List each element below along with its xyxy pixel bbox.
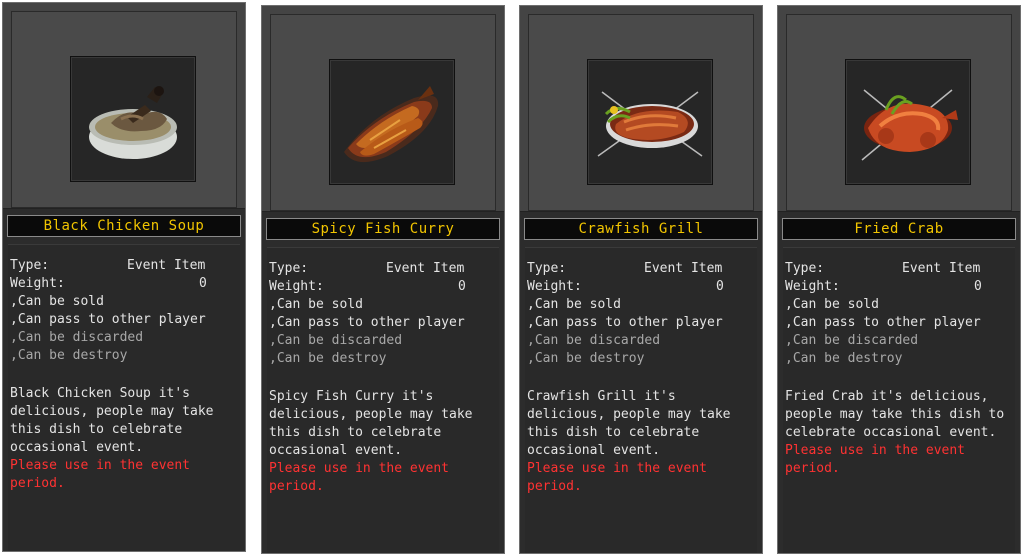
- can-pass-to-other-player: ,Can pass to other player: [269, 315, 465, 330]
- spicy-fish-curry-icon: [329, 59, 455, 185]
- can-pass-to-other-player: ,Can pass to other player: [10, 312, 206, 327]
- item-info: Type: Event Item Weight: 0 ,Can be sold ,C…: [8, 244, 240, 551]
- can-be-destroy: ,Can be destroy: [10, 348, 128, 363]
- item-description: Spicy Fish Curry it's delicious, people …: [269, 389, 473, 458]
- type-label: Type:: [785, 261, 825, 276]
- item-tooltip-fried-crab: Fried Crab Type: Event Item Weight: 0 ,Can…: [777, 5, 1021, 554]
- crawfish-grill-icon: [587, 59, 713, 185]
- weight-label: Weight:: [10, 276, 65, 291]
- weight-value: 0: [974, 279, 982, 294]
- fried-crab-icon: [845, 59, 971, 185]
- weight-label: Weight:: [527, 279, 582, 294]
- black-chicken-soup-icon: [70, 56, 196, 182]
- weight-value: 0: [716, 279, 724, 294]
- can-be-destroy: ,Can be destroy: [527, 351, 645, 366]
- item-preview-panel: [262, 6, 504, 212]
- item-info: Type: Event Item Weight: 0 ,Can be sold ,C…: [267, 247, 499, 553]
- can-be-discarded: ,Can be discarded: [10, 330, 144, 345]
- weight-value: 0: [458, 279, 466, 294]
- type-label: Type:: [527, 261, 567, 276]
- item-name: Fried Crab: [782, 218, 1016, 240]
- type-value: Event Item: [644, 261, 723, 276]
- item-tooltip-black-chicken-soup: Black Chicken Soup Type: Event Item Weigh…: [2, 2, 246, 552]
- can-be-sold: ,Can be sold: [785, 297, 879, 312]
- item-preview-panel: [778, 6, 1020, 212]
- can-be-destroy: ,Can be destroy: [269, 351, 387, 366]
- item-tooltip-spicy-fish-curry: Spicy Fish Curry Type: Event Item Weight:…: [261, 5, 505, 554]
- item-description: Black Chicken Soup it's delicious, peopl…: [10, 386, 214, 455]
- can-be-sold: ,Can be sold: [269, 297, 363, 312]
- weight-label: Weight:: [785, 279, 840, 294]
- can-be-destroy: ,Can be destroy: [785, 351, 903, 366]
- item-name: Crawfish Grill: [524, 218, 758, 240]
- can-pass-to-other-player: ,Can pass to other player: [527, 315, 723, 330]
- item-name: Black Chicken Soup: [7, 215, 241, 237]
- weight-label: Weight:: [269, 279, 324, 294]
- type-value: Event Item: [386, 261, 465, 276]
- type-value: Event Item: [902, 261, 981, 276]
- item-info: Type: Event Item Weight: 0 ,Can be sold ,C…: [525, 247, 757, 553]
- type-label: Type:: [10, 258, 50, 273]
- can-be-discarded: ,Can be discarded: [785, 333, 919, 348]
- event-warning: Please use in the event period.: [10, 458, 191, 491]
- item-tooltip-crawfish-grill: Crawfish Grill Type: Event Item Weight: 0 …: [519, 5, 763, 554]
- can-pass-to-other-player: ,Can pass to other player: [785, 315, 981, 330]
- type-value: Event Item: [127, 258, 206, 273]
- item-info: Type: Event Item Weight: 0 ,Can be sold ,C…: [783, 247, 1015, 553]
- item-preview-panel: [3, 3, 245, 209]
- can-be-discarded: ,Can be discarded: [269, 333, 403, 348]
- event-warning: Please use in the event period.: [785, 443, 966, 476]
- can-be-discarded: ,Can be discarded: [527, 333, 661, 348]
- item-description: Crawfish Grill it's delicious, people ma…: [527, 389, 731, 458]
- can-be-sold: ,Can be sold: [10, 294, 104, 309]
- item-description: Fried Crab it's delicious, people may ta…: [785, 389, 1005, 440]
- event-warning: Please use in the event period.: [269, 461, 450, 494]
- type-label: Type:: [269, 261, 309, 276]
- weight-value: 0: [199, 276, 207, 291]
- item-name: Spicy Fish Curry: [266, 218, 500, 240]
- item-preview-panel: [520, 6, 762, 212]
- event-warning: Please use in the event period.: [527, 461, 708, 494]
- can-be-sold: ,Can be sold: [527, 297, 621, 312]
